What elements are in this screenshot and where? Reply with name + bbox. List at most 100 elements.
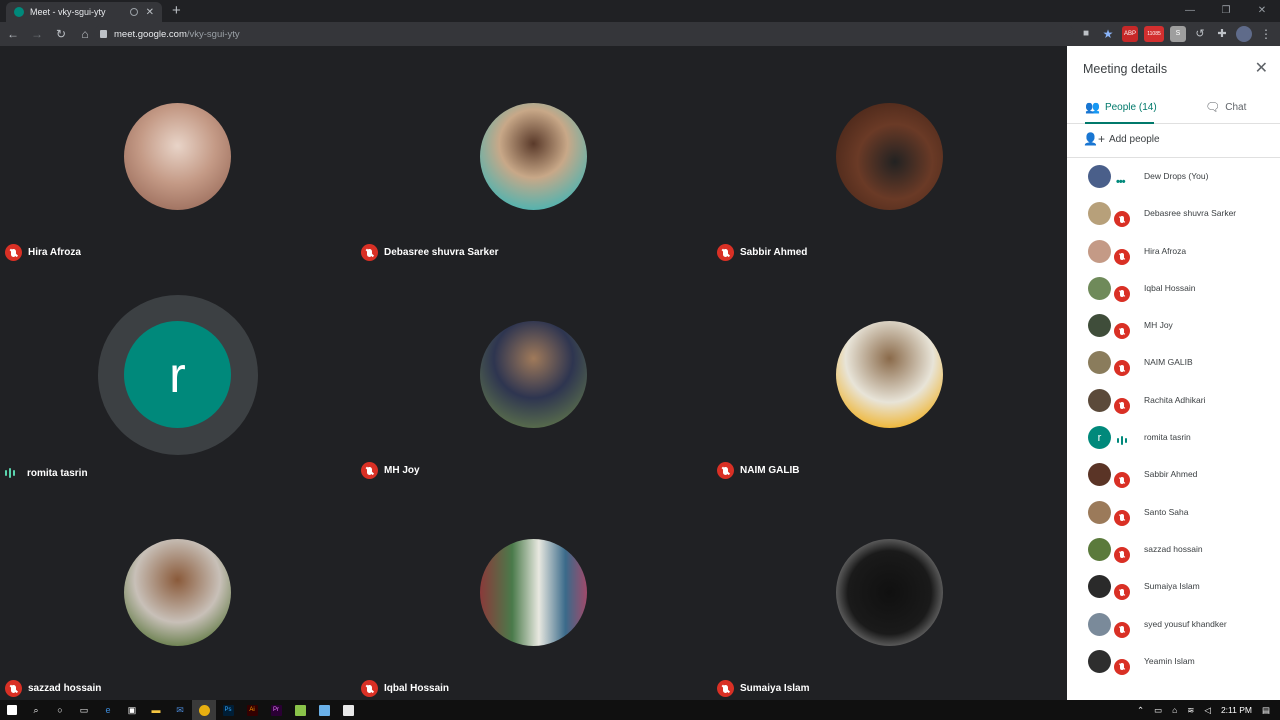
browser-tab[interactable]: Meet - vky-sgui-yty ✕: [6, 2, 162, 22]
new-tab-button[interactable]: +: [172, 2, 181, 19]
minimize-button[interactable]: —: [1172, 0, 1208, 22]
list-item[interactable]: NAIM GALIB: [1067, 344, 1280, 381]
participant-tile[interactable]: Debasree shuvra Sarker: [356, 46, 712, 264]
notepad-icon[interactable]: [288, 700, 312, 720]
participant-name: NAIM GALIB: [740, 465, 800, 476]
windows-taskbar: ⌕ ○ ▭ e ▣ ▬ ✉ Ps Ai Pr ⌃ ▭ ⌂ ≋ ◁ 2:11 PM…: [0, 700, 1280, 720]
avatar: [1088, 202, 1111, 226]
extensions-area: ■ ★ ABP 11085 S ↺ ✚ ⋮: [1078, 26, 1274, 42]
participant-tile[interactable]: NAIM GALIB: [712, 264, 1068, 482]
participant-name: Sabbir Ahmed: [740, 247, 808, 258]
cortana-icon[interactable]: ○: [48, 700, 72, 720]
profile-avatar[interactable]: [1236, 26, 1252, 42]
network-icon[interactable]: ⌂: [1172, 705, 1177, 715]
adblock-icon[interactable]: ABP: [1122, 26, 1138, 42]
store-icon[interactable]: ▣: [120, 700, 144, 720]
list-item[interactable]: Debasree shuvra Sarker: [1067, 195, 1280, 232]
reload-button[interactable]: ↻: [50, 27, 72, 41]
forward-button[interactable]: →: [26, 27, 48, 41]
list-item[interactable]: Santo Saha: [1067, 494, 1280, 531]
participant-tile[interactable]: MH Joy: [356, 264, 712, 482]
illustrator-icon[interactable]: Ai: [240, 700, 264, 720]
mic-off-icon: [717, 680, 734, 697]
notifications-icon[interactable]: ▤: [1262, 705, 1270, 716]
participant-tile[interactable]: Hira Afroza: [0, 46, 356, 264]
tab-chat[interactable]: 🗨 Chat: [1205, 100, 1246, 114]
participant-label: Sumaiya Islam: [717, 680, 809, 697]
participant-label: romita tasrin: [5, 467, 88, 479]
premiere-icon[interactable]: Pr: [264, 700, 288, 720]
photos-icon[interactable]: [336, 700, 360, 720]
mic-off-icon: [361, 244, 378, 261]
participant-name: sazzad hossain: [28, 683, 102, 694]
avatar: [1088, 276, 1111, 300]
back-button[interactable]: ←: [2, 27, 24, 41]
list-item[interactable]: Sabbir Ahmed: [1067, 456, 1280, 493]
chrome-icon[interactable]: [192, 700, 216, 720]
tab-people[interactable]: 👥 People (14): [1085, 100, 1157, 114]
participant-tile[interactable]: r romita tasrin: [0, 264, 356, 482]
extension-s-icon[interactable]: S: [1170, 26, 1186, 42]
list-item[interactable]: sazzad hossain: [1067, 531, 1280, 568]
list-item[interactable]: Sumaiya Islam: [1067, 568, 1280, 605]
list-item[interactable]: syed yousuf khandker: [1067, 606, 1280, 643]
list-item[interactable]: r romita tasrin: [1067, 419, 1280, 456]
participant-tile[interactable]: sazzad hossain: [0, 482, 356, 700]
mail-badge-icon[interactable]: 11085: [1144, 26, 1164, 42]
panel-close-icon[interactable]: ✕: [1255, 58, 1268, 78]
tray-chevron-icon[interactable]: ⌃: [1137, 705, 1144, 716]
file-explorer-icon[interactable]: ▬: [144, 700, 168, 720]
mic-off-icon: [1114, 584, 1130, 601]
puzzle-extensions-icon[interactable]: ✚: [1214, 26, 1230, 42]
participant-name: romita tasrin: [27, 467, 88, 479]
clock[interactable]: 2:11 PM: [1221, 705, 1252, 715]
list-item[interactable]: ••• Dew Drops (You): [1067, 158, 1280, 195]
start-button[interactable]: [0, 700, 24, 720]
mail-icon[interactable]: ✉: [168, 700, 192, 720]
camera-icon[interactable]: ■: [1078, 26, 1094, 42]
participant-name: Rachita Adhikari: [1144, 394, 1206, 405]
add-people-label: Add people: [1108, 133, 1160, 145]
more-options-icon[interactable]: •••: [1116, 176, 1126, 188]
address-bar[interactable]: meet.google.com/vky-sgui-yty: [94, 24, 1074, 44]
search-icon[interactable]: ⌕: [24, 700, 48, 720]
window-close-button[interactable]: ✕: [1244, 0, 1280, 22]
active-tab-underline: [1085, 122, 1154, 124]
history-icon[interactable]: ↺: [1192, 26, 1208, 42]
tab-close-icon[interactable]: ✕: [146, 7, 154, 18]
list-item[interactable]: Hira Afroza: [1067, 233, 1280, 270]
photoshop-icon[interactable]: Ps: [216, 700, 240, 720]
participant-label: NAIM GALIB: [717, 462, 799, 479]
participant-name: NAIM GALIB: [1144, 357, 1193, 368]
battery-icon[interactable]: ▭: [1154, 705, 1162, 716]
menu-kebab-icon[interactable]: ⋮: [1258, 26, 1274, 42]
volume-icon[interactable]: ◁: [1204, 705, 1211, 716]
avatar: [1088, 314, 1111, 338]
edge-icon[interactable]: e: [96, 700, 120, 720]
task-view-icon[interactable]: ▭: [72, 700, 96, 720]
paint-icon[interactable]: [312, 700, 336, 720]
list-item[interactable]: MH Joy: [1067, 307, 1280, 344]
participant-name: Hira Afroza: [1144, 245, 1187, 256]
home-button[interactable]: ⌂: [74, 27, 96, 41]
bookmark-star-icon[interactable]: ★: [1100, 26, 1116, 42]
add-people-button[interactable]: 👤+ Add people: [1083, 132, 1160, 146]
participant-name: MH Joy: [384, 465, 420, 476]
participant-tile[interactable]: Iqbal Hossain: [356, 482, 712, 700]
participant-name: Dew Drops (You): [1144, 171, 1209, 181]
participant-tile[interactable]: Sumaiya Islam: [712, 482, 1068, 700]
participant-tile[interactable]: Sabbir Ahmed: [712, 46, 1068, 264]
tab-title: Meet - vky-sgui-yty: [30, 7, 106, 17]
participant-name: Sumaiya Islam: [740, 683, 810, 694]
list-item[interactable]: Rachita Adhikari: [1067, 382, 1280, 419]
wifi-icon[interactable]: ≋: [1187, 705, 1194, 716]
mic-off-icon: [1114, 509, 1130, 526]
audio-playing-icon[interactable]: [129, 8, 138, 16]
maximize-button[interactable]: ❐: [1208, 0, 1244, 22]
list-item[interactable]: Iqbal Hossain: [1067, 270, 1280, 307]
participant-avatar: [480, 103, 587, 210]
participant-name: MH Joy: [1144, 320, 1173, 331]
lock-icon[interactable]: [100, 30, 107, 38]
list-item[interactable]: Yeamin Islam: [1067, 643, 1280, 680]
participant-name: Sabbir Ahmed: [1144, 469, 1198, 480]
